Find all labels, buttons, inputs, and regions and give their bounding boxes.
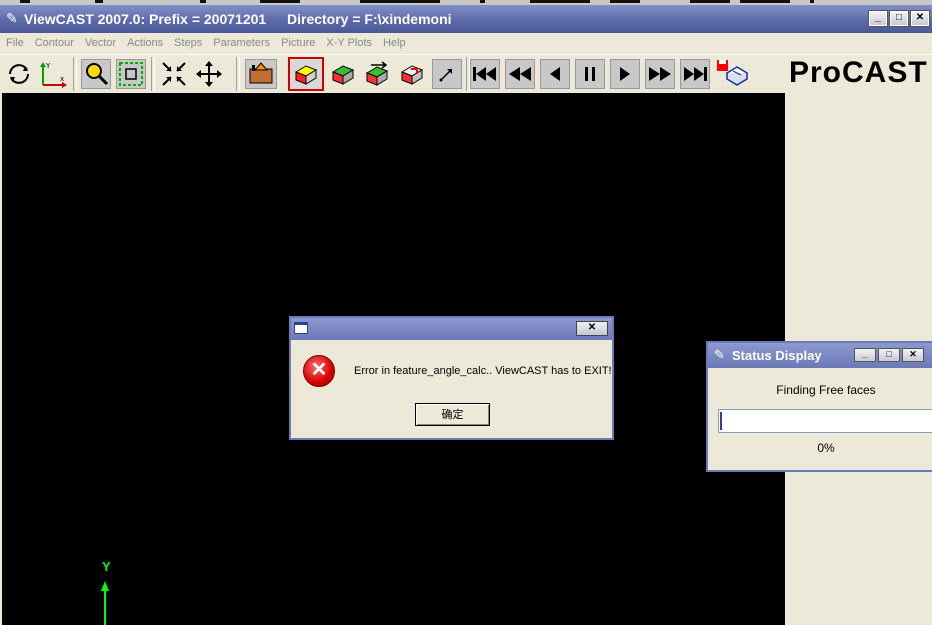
solid-cut-button[interactable] [397, 59, 427, 89]
status-minimize-button[interactable]: _ [854, 348, 876, 362]
fast-forward-button[interactable] [645, 59, 675, 89]
fast-forward-icon [649, 67, 671, 81]
box-select-button[interactable] [116, 59, 146, 89]
play-button[interactable] [610, 59, 640, 89]
rotate-icon [9, 64, 29, 84]
progress-caret [720, 412, 722, 430]
fit-icon [162, 62, 186, 86]
pause-button[interactable] [575, 59, 605, 89]
feather-icon: ✎ [6, 10, 18, 26]
window-icon [294, 322, 308, 334]
first-step-button[interactable] [470, 59, 500, 89]
rewind-icon [509, 67, 531, 81]
y-axis-label: Y [102, 559, 111, 574]
main-title-bar[interactable]: ✎ ViewCAST 2007.0: Prefix = 20071201 Dir… [0, 5, 932, 33]
mesh-home-icon [249, 62, 273, 84]
maximize-button[interactable]: □ [889, 10, 909, 27]
menu-contour[interactable]: Contour [29, 33, 79, 54]
diagonal-arrow-button[interactable] [432, 59, 462, 89]
last-step-button[interactable] [680, 59, 710, 89]
status-window-controls: _ □ ✕ [854, 348, 926, 362]
error-message: Error in feature_angle_calc.. ViewCAST h… [354, 365, 612, 377]
diagonal-arrow-icon [439, 69, 452, 82]
solid-red-button[interactable] [288, 57, 324, 91]
status-maximize-button[interactable]: □ [878, 348, 900, 362]
zoom-icon [86, 63, 109, 86]
save-print-button[interactable] [714, 59, 750, 89]
status-display-window: ✎ Status Display _ □ ✕ Finding Free face… [706, 341, 932, 472]
status-title: Status Display [732, 348, 822, 363]
mesh-home-button[interactable] [245, 59, 277, 89]
toolbar-separator [151, 57, 155, 91]
rotate-button[interactable] [4, 59, 34, 89]
last-step-icon [684, 67, 707, 81]
solid-green-button[interactable] [328, 59, 358, 89]
progress-bar [718, 409, 932, 433]
first-step-icon [473, 67, 496, 81]
feather-icon: ✎ [714, 347, 725, 362]
window-title: ViewCAST 2007.0: Prefix = 20071201 [24, 11, 267, 27]
fit-button[interactable] [159, 59, 189, 89]
pan-button[interactable] [194, 59, 224, 89]
menu-bar: File Contour Vector Actions Steps Parame… [0, 33, 932, 54]
menu-picture[interactable]: Picture [275, 33, 320, 54]
play-icon [620, 67, 630, 81]
menu-vector[interactable]: Vector [79, 33, 121, 54]
solid-red-icon [294, 65, 318, 85]
error-dialog: ✕ ✕ Error in feature_angle_calc.. ViewCA… [289, 316, 614, 440]
menu-xy-plots[interactable]: X-Y Plots [320, 33, 377, 54]
axes-button[interactable]: Y x [38, 59, 68, 89]
save-icon [717, 60, 728, 71]
print-icon [725, 66, 749, 86]
status-message: Finding Free faces [776, 383, 876, 397]
solid-cut-icon [400, 65, 424, 85]
step-back-icon [550, 67, 560, 81]
pan-icon [196, 61, 222, 87]
menu-help[interactable]: Help [377, 33, 411, 54]
toolbar-separator [236, 57, 240, 91]
window-controls: _ □ ✕ [868, 10, 932, 27]
axes-icon: Y x [40, 62, 67, 88]
pause-icon [585, 67, 595, 81]
save-print-icons [717, 60, 749, 86]
menu-file[interactable]: File [0, 33, 29, 54]
menu-steps[interactable]: Steps [168, 33, 207, 54]
ok-button[interactable]: 确定 [415, 403, 490, 426]
directory-label: Directory = F:\xindemoni [287, 11, 452, 27]
step-back-button[interactable] [540, 59, 570, 89]
box-select-icon [119, 62, 143, 86]
error-icon: ✕ [303, 355, 335, 387]
solid-green-icon [331, 65, 355, 85]
error-dialog-close-button[interactable]: ✕ [576, 321, 608, 336]
minimize-button[interactable]: _ [868, 10, 888, 27]
menu-actions[interactable]: Actions [121, 33, 168, 54]
status-title-bar[interactable]: ✎ Status Display _ □ ✕ [708, 343, 932, 368]
procast-logo: ProCAST [789, 56, 928, 89]
rewind-button[interactable] [505, 59, 535, 89]
solid-arrow-button[interactable] [362, 59, 392, 89]
menu-parameters[interactable]: Parameters [207, 33, 275, 54]
svg-text:x: x [60, 75, 64, 83]
status-close-button[interactable]: ✕ [902, 348, 924, 362]
close-button[interactable]: ✕ [910, 10, 930, 27]
toolbar-separator [73, 57, 77, 91]
solid-arrow-icon [365, 61, 389, 86]
error-dialog-title-bar[interactable]: ✕ [291, 318, 612, 340]
y-axis-icon [101, 581, 109, 625]
progress-percent: 0% [817, 441, 835, 455]
svg-text:Y: Y [45, 62, 51, 70]
zoom-button[interactable] [81, 59, 111, 89]
